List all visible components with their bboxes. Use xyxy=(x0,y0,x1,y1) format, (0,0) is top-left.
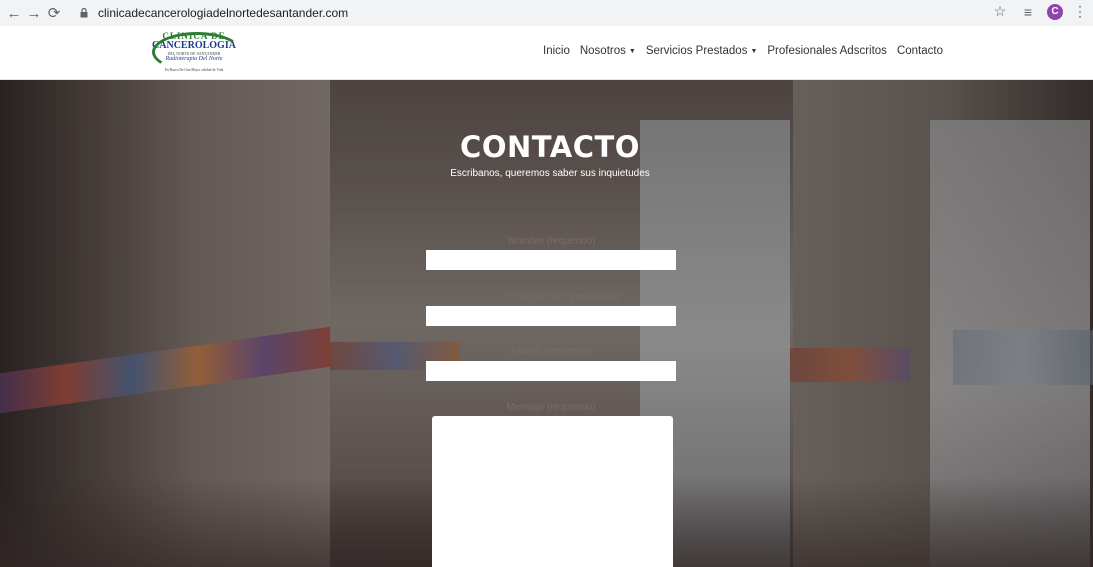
star-icon[interactable]: ☆ xyxy=(991,3,1009,20)
reading-list-icon[interactable]: ≡ xyxy=(1019,4,1037,20)
nav-label: Inicio xyxy=(543,45,570,57)
reload-icon[interactable]: ⟳ xyxy=(44,3,64,23)
nav-item-contacto[interactable]: Contacto xyxy=(897,45,943,57)
nav-label: Contacto xyxy=(896,45,943,57)
message-label: Mensaje (requerido) xyxy=(506,402,596,413)
nav-item-servicios[interactable]: Servicios Prestados ▼ xyxy=(646,45,758,57)
nav-label: Profesionales Adscritos xyxy=(767,45,887,57)
lock-icon xyxy=(76,8,92,18)
profile-avatar[interactable]: C xyxy=(1047,3,1063,20)
nav-item-nosotros[interactable]: Nosotros ▼ xyxy=(580,45,636,57)
nav-item-profesionales[interactable]: Profesionales Adscritos xyxy=(767,45,887,57)
forward-icon[interactable]: → xyxy=(24,3,44,23)
name-field[interactable] xyxy=(426,250,676,270)
email-label: o electrónico (requerido) xyxy=(509,291,619,302)
message-field[interactable] xyxy=(432,416,673,567)
caret-down-icon: ▼ xyxy=(628,47,636,55)
hero-section: CONTACTO Escribanos, queremos saber sus … xyxy=(0,80,1093,567)
address-bar[interactable]: clinicadecancerologiadelnortedesantander… xyxy=(70,3,970,23)
nav-item-inicio[interactable]: Inicio xyxy=(543,45,570,57)
nav-label: Servicios Prestados xyxy=(645,45,748,57)
clinic-logo[interactable]: CLINICA DE CANCEROLOGIA DEL NORTE DE SAN… xyxy=(146,30,242,76)
browser-toolbar: ← → ⟳ clinicadecancerologiadelnortedesan… xyxy=(0,0,1093,26)
site-header: CLINICA DE CANCEROLOGIA DEL NORTE DE SAN… xyxy=(0,26,1093,80)
more-menu-icon[interactable]: ⋮ xyxy=(1073,3,1087,20)
nav-label: Nosotros xyxy=(579,45,626,57)
caret-down-icon: ▼ xyxy=(750,47,758,55)
page-subtitle: Escribanos, queremos saber sus inquietud… xyxy=(450,168,650,179)
subject-label: Asunto (requerido) xyxy=(509,346,593,357)
page-title: CONTACTO xyxy=(460,130,640,164)
subject-field[interactable] xyxy=(426,361,676,381)
url-text: clinicadecancerologiadelnortedesantander… xyxy=(98,6,349,20)
back-icon[interactable]: ← xyxy=(4,3,24,23)
email-field[interactable] xyxy=(426,306,676,326)
logo-swoosh-icon xyxy=(152,32,242,72)
name-label: Nombre (requerido) xyxy=(508,236,596,247)
main-navigation: Inicio Nosotros ▼ Servicios Prestados ▼ Pr… xyxy=(543,45,943,57)
